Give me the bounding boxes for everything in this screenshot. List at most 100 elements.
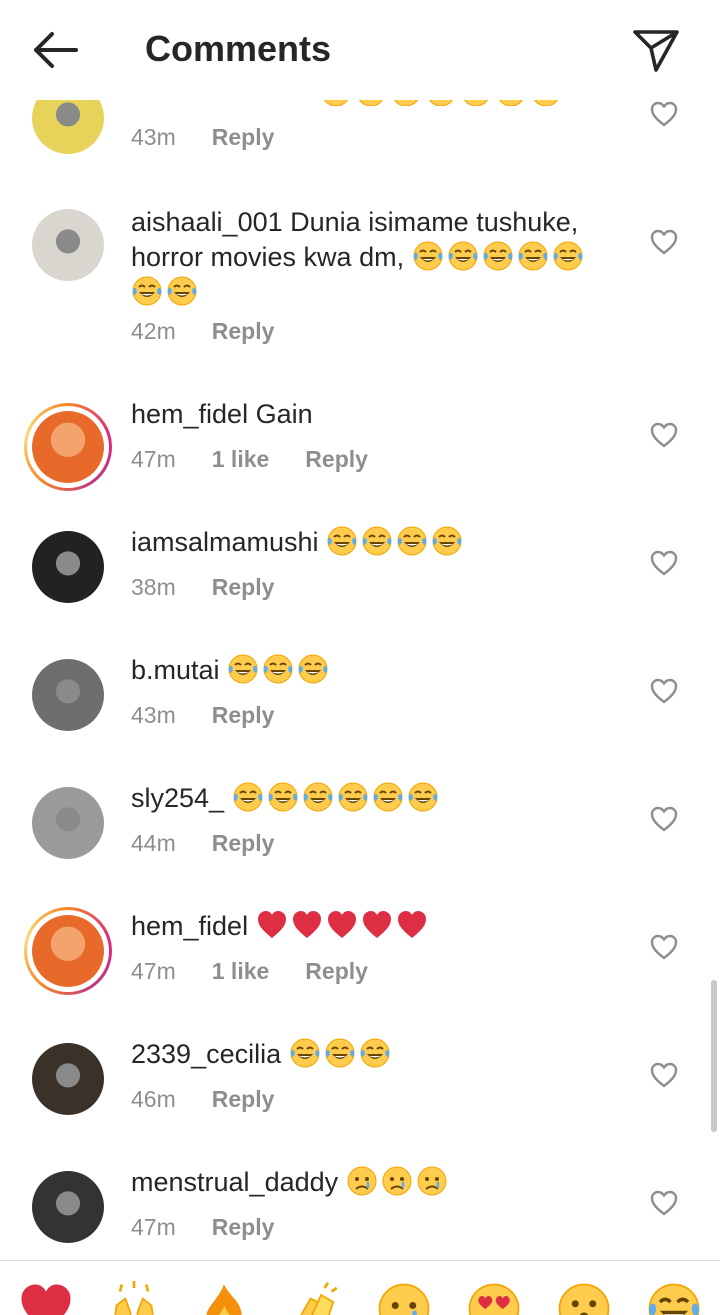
like-heart-icon[interactable]: [650, 934, 678, 960]
laugh-cry-icon: [517, 240, 549, 270]
laugh-cry-icon: [372, 781, 404, 811]
comment-meta: 38m Reply: [131, 574, 310, 601]
clapping-hands-icon[interactable]: [286, 1281, 346, 1315]
laugh-cry-icon: [131, 275, 163, 305]
reply-button[interactable]: Reply: [212, 124, 275, 150]
laugh-cry-icon: [166, 275, 198, 305]
crying-face-icon: [416, 1165, 448, 1195]
avatar[interactable]: [32, 531, 104, 603]
back-arrow-icon[interactable]: [30, 28, 82, 72]
like-heart-icon[interactable]: [650, 550, 678, 576]
comment-text: 2339_cecilia: [131, 1037, 611, 1072]
red-heart-icon[interactable]: [18, 1281, 78, 1315]
red-heart-icon: [361, 909, 393, 939]
comment-username[interactable]: 2339_cecilia: [131, 1039, 281, 1069]
comment-username[interactable]: menstrual_daddy: [131, 1167, 338, 1197]
paper-plane-icon[interactable]: [630, 26, 682, 74]
comment-time: 47m: [131, 446, 176, 472]
page-title: Comments: [145, 28, 331, 70]
like-heart-icon[interactable]: [650, 422, 678, 448]
comment-meta: 42mReply: [131, 318, 310, 345]
comment-meta: 47m1 likeReply: [131, 958, 404, 985]
reply-button[interactable]: Reply: [212, 702, 275, 728]
quick-reaction-bar: [0, 1260, 720, 1315]
like-heart-icon[interactable]: [650, 806, 678, 832]
avatar[interactable]: [32, 209, 104, 281]
reply-button[interactable]: Reply: [212, 830, 275, 856]
laugh-cry-icon: [227, 653, 259, 683]
avatar[interactable]: [32, 411, 104, 483]
reply-button[interactable]: Reply: [212, 1086, 275, 1112]
avatar[interactable]: [32, 1171, 104, 1243]
comment-time: 43m: [131, 124, 176, 150]
reply-button[interactable]: Reply: [305, 958, 368, 984]
comment-time: 47m: [131, 1214, 176, 1240]
comment-time: 46m: [131, 1086, 176, 1112]
laugh-cry-icon: [482, 240, 514, 270]
red-heart-icon: [326, 909, 358, 939]
avatar[interactable]: [32, 1043, 104, 1115]
raising-hands-icon[interactable]: [106, 1281, 166, 1315]
laugh-cry-icon: [412, 240, 444, 270]
laugh-cry-icon: [297, 653, 329, 683]
reply-button[interactable]: Reply: [212, 318, 275, 344]
comment-username[interactable]: iamsalmamushi: [131, 527, 319, 557]
astonished-face-icon[interactable]: [556, 1281, 616, 1315]
reply-button[interactable]: Reply: [212, 1214, 275, 1240]
heart-eyes-icon[interactable]: [466, 1281, 526, 1315]
comment-text: b.mutai: [131, 653, 611, 688]
comment-meta: 44mReply: [131, 830, 310, 857]
laugh-cry-icon: [289, 1037, 321, 1067]
like-heart-icon[interactable]: [650, 229, 678, 255]
avatar[interactable]: [32, 787, 104, 859]
comment-text: hem_fidel: [131, 909, 611, 944]
like-heart-icon[interactable]: [650, 101, 678, 127]
red-heart-icon: [396, 909, 428, 939]
red-heart-icon: [291, 909, 323, 939]
fire-icon[interactable]: [196, 1281, 256, 1315]
comment-meta: 46m Reply: [131, 1086, 310, 1113]
comment-time: 43m: [131, 702, 176, 728]
scrollbar[interactable]: [711, 980, 717, 1132]
comment-username[interactable]: hem_fidel: [131, 399, 248, 429]
comment-username[interactable]: hem_fidel: [131, 911, 248, 941]
laugh-cry-icon[interactable]: [646, 1281, 706, 1315]
like-heart-icon[interactable]: [650, 678, 678, 704]
laugh-cry-icon: [267, 781, 299, 811]
comment-body: Gain: [256, 399, 313, 429]
comment-username[interactable]: aishaali_001: [131, 207, 283, 237]
comment-text: sly254_: [131, 781, 611, 816]
laugh-cry-icon: [407, 781, 439, 811]
likes-count[interactable]: 1 like: [212, 958, 270, 984]
laugh-cry-icon: [359, 1037, 391, 1067]
comment-username[interactable]: sly254_: [131, 783, 224, 813]
reply-button[interactable]: Reply: [305, 446, 368, 472]
crying-face-icon: [381, 1165, 413, 1195]
laugh-cry-icon: [262, 653, 294, 683]
comment-meta: 43m Reply: [131, 124, 310, 151]
comment-meta: 47m 1 like Reply: [131, 446, 404, 473]
avatar[interactable]: [32, 915, 104, 987]
red-heart-icon: [256, 909, 288, 939]
crying-face-icon: [346, 1165, 378, 1195]
comment-time: 38m: [131, 574, 176, 600]
comment-text: iamsalmamushi: [131, 525, 611, 560]
comment-meta: 47m Reply: [131, 1214, 310, 1241]
comment-username[interactable]: b.mutai: [131, 655, 220, 685]
laugh-cry-icon: [302, 781, 334, 811]
avatar[interactable]: [32, 659, 104, 731]
like-heart-icon[interactable]: [650, 1190, 678, 1216]
reply-button[interactable]: Reply: [212, 574, 275, 600]
like-heart-icon[interactable]: [650, 1062, 678, 1088]
laugh-cry-icon: [552, 240, 584, 270]
top-bar: Comments: [0, 0, 720, 100]
comment-text: menstrual_daddy: [131, 1165, 611, 1200]
laugh-cry-icon: [337, 781, 369, 811]
laugh-cry-icon: [396, 525, 428, 555]
comment-text: aishaali_001 Dunia isimame tushuke, horr…: [131, 205, 611, 310]
crying-face-icon[interactable]: [376, 1281, 436, 1315]
laugh-cry-icon: [447, 240, 479, 270]
laugh-cry-icon: [326, 525, 358, 555]
laugh-cry-icon: [361, 525, 393, 555]
likes-count[interactable]: 1 like: [212, 446, 270, 472]
